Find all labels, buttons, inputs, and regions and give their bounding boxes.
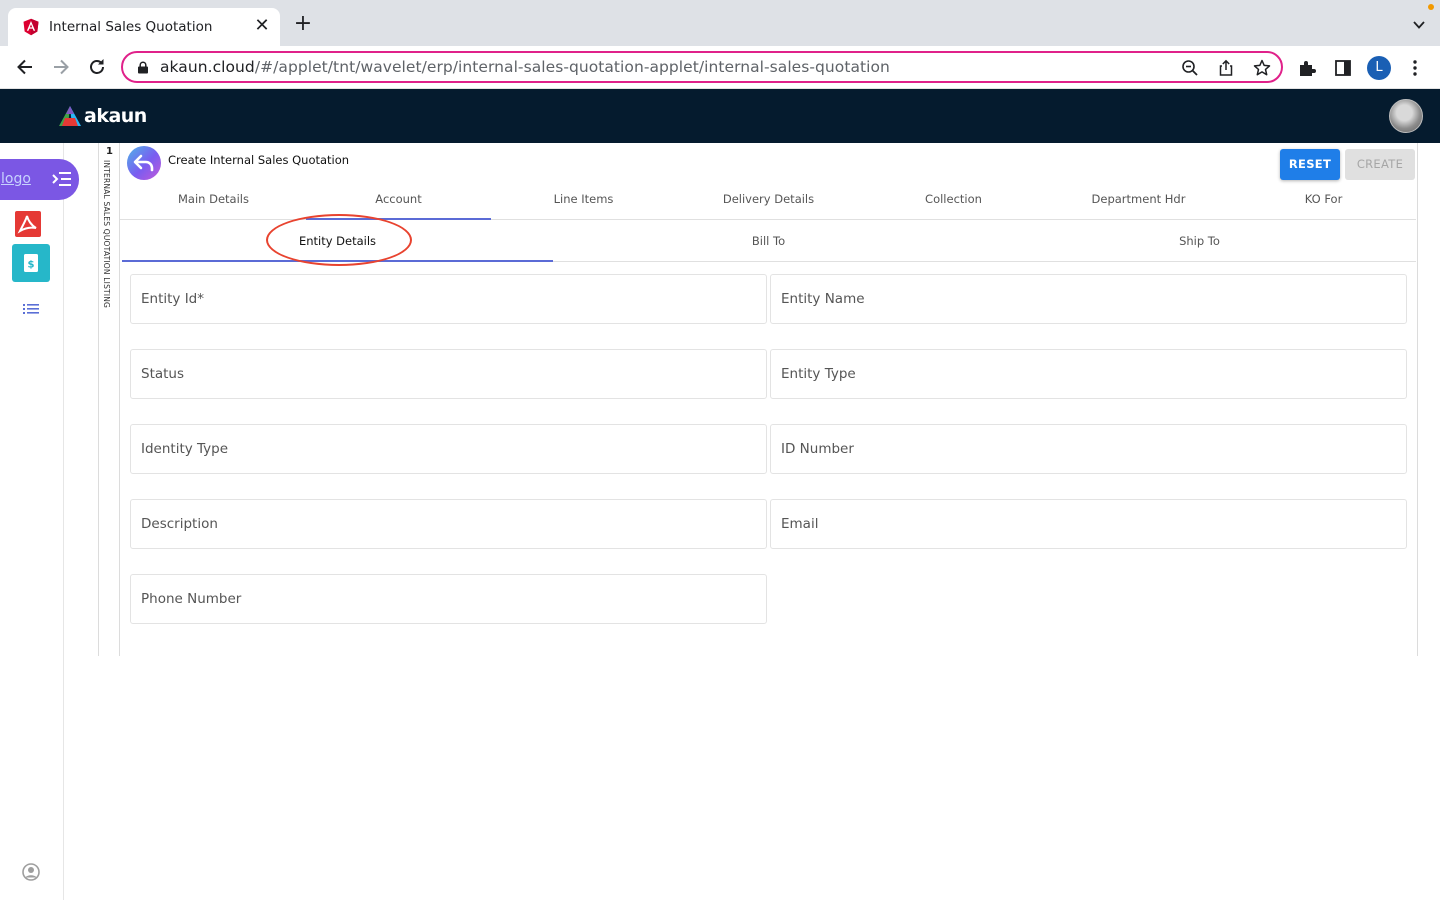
tab-ko-for[interactable]: KO For [1231,183,1416,220]
svg-text:$: $ [28,260,35,271]
url-host: akaun.cloud [160,58,255,76]
invoice-icon[interactable]: $ [12,244,50,282]
url-path: /#/applet/tnt/wavelet/erp/internal-sales… [254,58,890,76]
browser-profile-avatar[interactable]: L [1367,56,1391,80]
lock-icon [138,61,148,74]
akaun-logo-icon [59,106,81,126]
menu-collapse-icon[interactable] [52,171,72,187]
document-dollar-icon: $ [24,254,38,272]
tab-collection[interactable]: Collection [861,183,1046,220]
entity-type-input[interactable] [771,350,1406,398]
user-avatar[interactable] [1389,99,1423,133]
tab-account[interactable]: Account [306,183,491,220]
app-header: akaun [0,89,1440,143]
address-bar[interactable]: akaun.cloud/#/applet/tnt/wavelet/erp/int… [121,51,1283,83]
status-field[interactable]: Status [130,349,767,399]
tab-line-items[interactable]: Line Items [491,183,676,220]
phone-number-label: Phone Number [141,591,242,607]
bookmark-star-icon[interactable] [1253,59,1271,77]
page-title: Create Internal Sales Quotation [168,153,350,167]
status-label: Status [141,366,185,382]
create-button[interactable]: CREATE [1345,149,1415,180]
side-panel-icon[interactable] [1333,58,1353,78]
subtab-entity-details[interactable]: Entity Details [122,220,553,262]
brand-logo[interactable]: akaun [59,104,147,128]
email-input[interactable] [771,500,1406,548]
url-text: akaun.cloud/#/applet/tnt/wavelet/erp/int… [160,58,890,76]
description-label: Description [141,516,218,532]
left-rail: logo $ [0,143,79,900]
main-tabs: Main Details Account Line Items Delivery… [120,183,1416,220]
listing-label: INTERNAL SALES QUOTATION LISTING [102,160,111,309]
entity-id-field[interactable]: Entity Id* [130,274,767,324]
tab-delivery-details[interactable]: Delivery Details [676,183,861,220]
identity-type-field[interactable]: Identity Type [130,424,767,474]
rail-logo-toggle[interactable]: logo [0,159,79,200]
entity-name-input[interactable] [771,275,1406,323]
phone-number-field[interactable]: Phone Number [130,574,767,624]
account-sub-tabs: Entity Details Bill To Ship To [122,214,1416,266]
tab-main-details[interactable]: Main Details [121,183,306,220]
angular-icon [23,18,39,36]
share-icon[interactable] [1217,59,1235,77]
entity-name-label: Entity Name [781,291,865,307]
entity-id-label: Entity Id* [141,291,205,307]
subtab-ship-to[interactable]: Ship To [984,220,1415,262]
acrobat-glyph-icon [17,215,37,234]
reset-button[interactable]: RESET [1280,149,1340,180]
chevron-down-icon[interactable] [1412,18,1426,32]
brand-name: akaun [84,105,147,127]
entity-name-field[interactable]: Entity Name [770,274,1407,324]
close-tab-icon[interactable]: ✕ [252,15,272,37]
listing-number: 1 [106,146,113,157]
tab-title: Internal Sales Quotation [49,19,213,35]
create-quotation-panel: Create Internal Sales Quotation RESET CR… [120,143,1418,656]
description-field[interactable]: Description [130,499,767,549]
more-vertical-icon[interactable] [1405,58,1425,78]
status-input[interactable] [131,350,766,398]
entity-id-input[interactable] [131,275,766,323]
zoom-out-icon[interactable] [1181,59,1199,77]
forward-arrow-icon[interactable] [50,56,72,78]
description-input[interactable] [131,500,766,548]
email-label: Email [781,516,819,532]
browser-tabstrip: Internal Sales Quotation ✕ + [0,0,1440,46]
update-dot-icon [1428,4,1434,10]
reply-arrow-icon [133,154,154,172]
id-number-input[interactable] [771,425,1406,473]
account-circle-icon[interactable] [22,863,40,881]
email-field[interactable]: Email [770,499,1407,549]
pdf-icon[interactable] [15,211,41,237]
entity-type-label: Entity Type [781,366,856,382]
entity-type-field[interactable]: Entity Type [770,349,1407,399]
logo-alt-text: logo [1,171,31,187]
reload-icon[interactable] [86,56,108,78]
listing-strip[interactable]: 1 INTERNAL SALES QUOTATION LISTING [98,143,120,656]
browser-toolbar: akaun.cloud/#/applet/tnt/wavelet/erp/int… [0,46,1440,89]
back-button[interactable] [127,146,161,180]
id-number-field[interactable]: ID Number [770,424,1407,474]
browser-tab[interactable]: Internal Sales Quotation ✕ [8,8,280,46]
new-tab-icon[interactable]: + [292,13,314,36]
identity-type-label: Identity Type [141,441,229,457]
subtab-bill-to[interactable]: Bill To [553,220,984,262]
id-number-label: ID Number [781,441,854,457]
extensions-puzzle-icon[interactable] [1297,58,1317,78]
tab-department-hdr[interactable]: Department Hdr [1046,183,1231,220]
back-arrow-icon[interactable] [14,56,36,78]
list-icon[interactable] [23,303,39,315]
